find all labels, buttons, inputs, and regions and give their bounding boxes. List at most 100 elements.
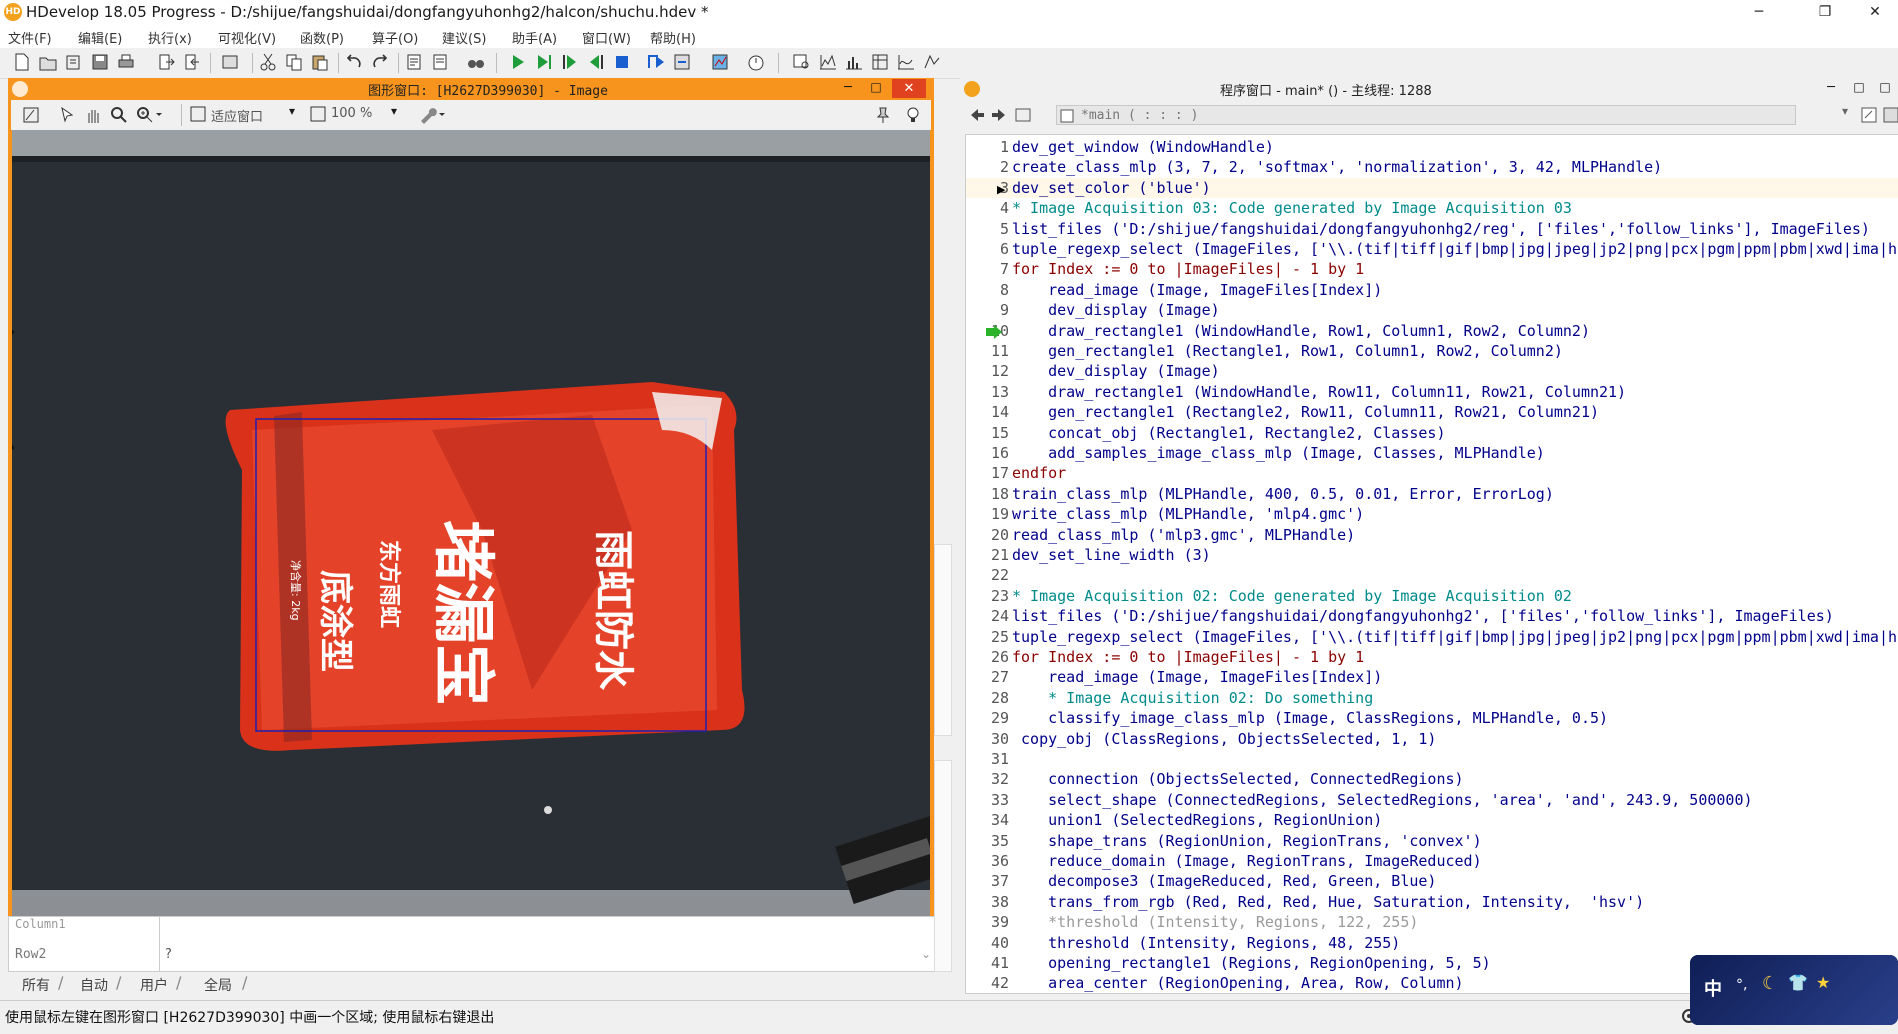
copy-icon[interactable]: [284, 52, 304, 72]
code-line[interactable]: 1 dev_get_window (WindowHandle): [966, 137, 1898, 157]
menu-execute[interactable]: 执行(x): [148, 28, 192, 47]
import-icon[interactable]: [182, 52, 202, 72]
menu-assistants[interactable]: 助手(A): [512, 28, 557, 47]
binoculars-icon[interactable]: [466, 52, 486, 72]
menu-help[interactable]: 帮助(H): [650, 28, 696, 47]
minimize-button[interactable]: ─: [1736, 0, 1782, 26]
variable-window-scrollbar[interactable]: [934, 760, 952, 972]
pan-hand-icon[interactable]: [83, 105, 103, 125]
save-icon[interactable]: [90, 52, 110, 72]
print-icon[interactable]: [116, 52, 136, 72]
code-line[interactable]: 32 connection (ObjectsSelected, Connecte…: [966, 769, 1898, 789]
menu-suggestions[interactable]: 建议(S): [442, 28, 486, 47]
code-line[interactable]: 22: [966, 565, 1898, 585]
ime-mode-label[interactable]: 中: [1704, 975, 1722, 1001]
ime-punctuation-icon[interactable]: °,: [1736, 977, 1747, 993]
menu-operators[interactable]: 算子(O): [372, 28, 418, 47]
new-file-icon[interactable]: [12, 52, 32, 72]
code-line[interactable]: 4 * Image Acquisition 03: Code generated …: [966, 198, 1898, 218]
code-line[interactable]: 36 reduce_domain (Image, RegionTrans, Im…: [966, 851, 1898, 871]
run-icon[interactable]: [508, 52, 528, 72]
close-button[interactable]: ✕: [1852, 0, 1898, 26]
program-minimize-button[interactable]: ─: [1820, 80, 1842, 95]
menu-file[interactable]: 文件(F): [8, 28, 52, 47]
chevron-down-icon[interactable]: ▾: [1842, 104, 1848, 118]
insert-code-icon[interactable]: [404, 52, 424, 72]
edit-procedure-icon[interactable]: [1860, 106, 1878, 124]
code-line[interactable]: 3 dev_set_color ('blue'): [966, 177, 1898, 198]
pin-icon[interactable]: [873, 105, 893, 125]
zoom-percent-select[interactable]: 100 %: [331, 106, 372, 121]
code-line[interactable]: 13 draw_rectangle1 (WindowHandle, Row11,…: [966, 382, 1898, 402]
procedure-list-icon[interactable]: [1014, 106, 1032, 124]
cut-icon[interactable]: [258, 52, 278, 72]
feature-inspection-icon[interactable]: [870, 52, 890, 72]
menu-window[interactable]: 窗口(W): [582, 28, 631, 47]
menu-edit[interactable]: 编辑(E): [78, 28, 122, 47]
code-line[interactable]: 16 add_samples_image_class_mlp (Image, C…: [966, 443, 1898, 463]
code-line[interactable]: 27 read_image (Image, ImageFiles[Index]): [966, 667, 1898, 687]
ime-moon-icon[interactable]: ☾: [1762, 973, 1778, 994]
code-line[interactable]: 34 union1 (SelectedRegions, RegionUnion): [966, 810, 1898, 830]
chevron-down-icon[interactable]: ▾: [289, 104, 295, 118]
code-line[interactable]: 12 dev_display (Image): [966, 361, 1898, 381]
code-line[interactable]: 40 threshold (Intensity, Regions, 48, 25…: [966, 933, 1898, 953]
open-file-icon[interactable]: [38, 52, 58, 72]
menu-visualization[interactable]: 可视化(V): [218, 28, 276, 47]
back-arrow-icon[interactable]: [968, 106, 986, 124]
ime-skin-icon[interactable]: 👕: [1788, 973, 1808, 992]
forward-arrow-icon[interactable]: [990, 106, 1008, 124]
stop-icon[interactable]: [612, 52, 632, 72]
code-line[interactable]: 30 copy_obj (ClassRegions, ObjectsSelect…: [966, 729, 1898, 749]
step-into-icon[interactable]: [586, 52, 606, 72]
graphics-maximize-button[interactable]: □: [864, 80, 888, 94]
code-line[interactable]: 18 train_class_mlp (MLPHandle, 400, 0.5, …: [966, 484, 1898, 504]
code-line[interactable]: 37 decompose3 (ImageReduced, Red, Green,…: [966, 871, 1898, 891]
code-line[interactable]: 11 gen_rectangle1 (Rectangle1, Row1, Col…: [966, 341, 1898, 361]
code-line[interactable]: 29 classify_image_class_mlp (Image, Clas…: [966, 708, 1898, 728]
paste-icon[interactable]: [310, 52, 330, 72]
graphics-close-button[interactable]: ✕: [892, 79, 926, 98]
properties-icon[interactable]: [220, 52, 240, 72]
graphics-image-canvas[interactable]: 堵漏宝 雨虹防水 东方雨虹 底涂型 净含量: 2kg: [12, 130, 930, 922]
zoom-window-icon[interactable]: [792, 52, 812, 72]
code-line[interactable]: 10 draw_rectangle1 (WindowHandle, Row1, …: [966, 321, 1898, 341]
gray-histogram-icon[interactable]: [818, 52, 838, 72]
code-line[interactable]: 38 trans_from_rgb (Red, Red, Red, Hue, S…: [966, 892, 1898, 912]
tab-all[interactable]: 所有: [22, 975, 50, 995]
feature-histogram-icon[interactable]: [844, 52, 864, 72]
code-line[interactable]: 17 endfor: [966, 463, 1898, 483]
menu-procedures[interactable]: 函数(P): [300, 28, 344, 47]
code-line[interactable]: 35 shape_trans (RegionUnion, RegionTrans…: [966, 831, 1898, 851]
calibration-icon[interactable]: [922, 52, 942, 72]
ime-star-icon[interactable]: ★: [1816, 973, 1830, 992]
code-line[interactable]: 21 dev_set_line_width (3): [966, 545, 1898, 565]
code-line[interactable]: 15 concat_obj (Rectangle1, Rectangle2, C…: [966, 423, 1898, 443]
lightbulb-icon[interactable]: [903, 105, 923, 125]
open-example-icon[interactable]: [64, 52, 84, 72]
code-line[interactable]: 6 tuple_regexp_select (ImageFiles, ['\\.(…: [966, 239, 1898, 259]
pointer-icon[interactable]: [57, 105, 77, 125]
code-line[interactable]: 26 for Index := 0 to |ImageFiles| - 1 by …: [966, 647, 1898, 667]
procedure-select[interactable]: *main ( : : : ): [1056, 105, 1796, 125]
code-line[interactable]: 23 * Image Acquisition 02: Code generated…: [966, 586, 1898, 606]
program-maximize-button[interactable]: □: [1848, 80, 1870, 94]
zoom-icon[interactable]: [109, 105, 129, 125]
operator-window-scrollbar[interactable]: [934, 544, 952, 736]
redo-icon[interactable]: [370, 52, 390, 72]
profiler-icon[interactable]: [710, 52, 730, 72]
code-line[interactable]: 5 list_files ('D:/shijue/fangshuidai/dong…: [966, 219, 1898, 239]
tab-user[interactable]: 用户: [140, 975, 168, 995]
code-line[interactable]: 39 *threshold (Intensity, Regions, 122, …: [966, 912, 1898, 932]
reset-program-icon[interactable]: [672, 52, 692, 72]
graphics-minimize-button[interactable]: ─: [836, 80, 860, 95]
program-close-button[interactable]: □: [1874, 80, 1896, 94]
step-out-icon[interactable]: [646, 52, 666, 72]
code-line[interactable]: 28 * Image Acquisition 02: Do something: [966, 688, 1898, 708]
code-line[interactable]: 8 read_image (Image, ImageFiles[Index]): [966, 280, 1898, 300]
code-line[interactable]: 19 write_class_mlp (MLPHandle, 'mlp4.gmc'…: [966, 504, 1898, 524]
run-to-insert-icon[interactable]: [534, 52, 554, 72]
ime-toolbar[interactable]: 中 °, ☾ 👕 ★: [1690, 955, 1898, 1025]
edit-code-icon[interactable]: [430, 52, 450, 72]
wrench-dropdown-icon[interactable]: [417, 105, 447, 125]
